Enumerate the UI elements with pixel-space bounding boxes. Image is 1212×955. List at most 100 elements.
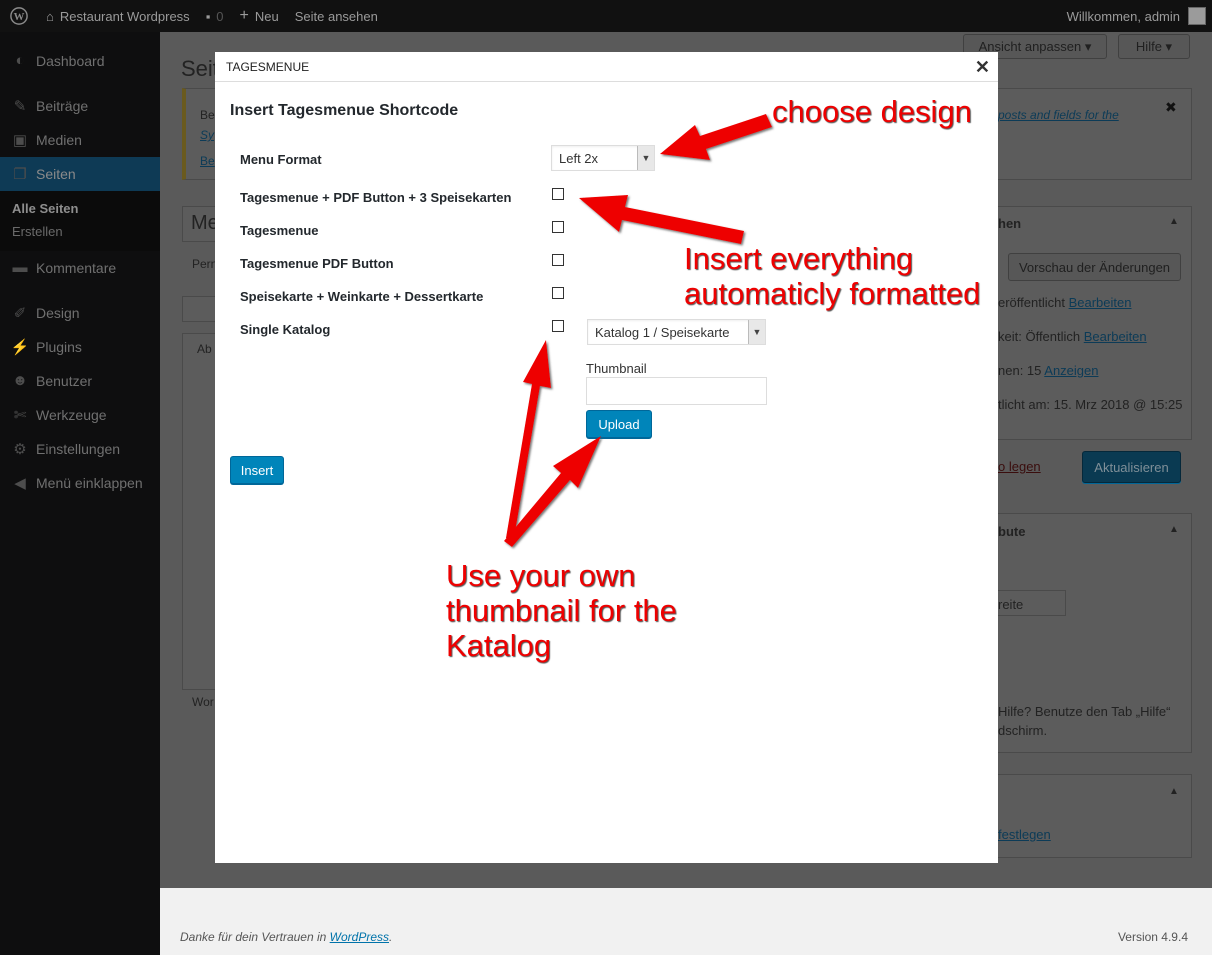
- permalink-fragment: Pern: [192, 257, 218, 271]
- notice-text-2: Sy: [200, 128, 215, 142]
- sidebar-item-label: Menü einklappen: [36, 475, 143, 491]
- welcome-label: Willkommen, admin: [1066, 8, 1180, 24]
- featured-image-box: [996, 774, 1192, 858]
- menu-format-select[interactable]: Left 2x ▼: [551, 145, 655, 171]
- comments-link[interactable]: ▪ 0: [198, 0, 232, 32]
- sidebar-item-label: Einstellungen: [36, 441, 121, 457]
- settings-icon: ⚙: [13, 441, 27, 458]
- wordcount-fragment: Wor: [192, 695, 214, 709]
- help-text-2: dschirm.: [998, 723, 1048, 738]
- katalog-select[interactable]: Katalog 1 / Speisekarte ▼: [587, 319, 766, 345]
- toggle-arrow-icon[interactable]: ▲: [1169, 786, 1179, 797]
- sidebar-item-plugins[interactable]: ⚡ Plugins: [0, 330, 160, 364]
- publish-heading: hen: [998, 216, 1022, 231]
- toggle-arrow-icon[interactable]: ▲: [1169, 524, 1179, 535]
- update-button[interactable]: Aktualisieren: [1082, 451, 1181, 483]
- option-checkbox-pdf-button[interactable]: [552, 254, 564, 266]
- sidebar-item-tools[interactable]: ✄ Werkzeuge: [0, 398, 160, 432]
- sidebar-item-dashboard[interactable]: ◐ Dashboard: [0, 44, 160, 78]
- modal-header: TAGESMENUE: [215, 52, 998, 82]
- annotation-own-thumbnail-3: Katalog: [446, 628, 552, 663]
- thumbnail-label: Thumbnail: [586, 361, 647, 376]
- close-icon[interactable]: ✕: [975, 57, 990, 78]
- admin-sidebar: ◐ Dashboard ✎ Beiträge ▣ Medien ❐ Seiten All…: [0, 32, 160, 955]
- wordpress-logo-icon[interactable]: W: [0, 0, 38, 32]
- admin-bar: W ⌂ Restaurant Wordpress ▪ 0 + Neu Seite…: [0, 0, 1212, 32]
- annotation-insert-everything-2: automaticly formatted: [684, 276, 981, 311]
- sidebar-item-design[interactable]: ✐ Design: [0, 296, 160, 330]
- annotation-choose-design: choose design: [772, 94, 972, 129]
- sidebar-item-collapse[interactable]: ◀ Menü einklappen: [0, 466, 160, 500]
- visibility-text: keit: Öffentlich Bearbeiten: [998, 329, 1147, 344]
- sidebar-item-pages[interactable]: ❐ Seiten: [0, 157, 160, 191]
- dashboard-icon: ◐: [15, 52, 25, 69]
- option-checkbox-single-katalog[interactable]: [552, 320, 564, 332]
- upload-button[interactable]: Upload: [586, 410, 652, 438]
- sidebar-item-label: Seiten: [36, 166, 76, 182]
- home-icon: ⌂: [46, 8, 54, 24]
- sidebar-item-users[interactable]: ☻ Benutzer: [0, 364, 160, 398]
- option-checkbox-full[interactable]: [552, 188, 564, 200]
- sidebar-item-settings[interactable]: ⚙ Einstellungen: [0, 432, 160, 466]
- admin-footer: Danke für dein Vertrauen in WordPress. V…: [160, 888, 1212, 955]
- add-media-button[interactable]: [182, 296, 218, 322]
- pages-icon: ❐: [13, 166, 27, 183]
- revisions-text: nen: 15 Anzeigen: [998, 363, 1099, 378]
- submenu-all-pages[interactable]: Alle Seiten: [0, 197, 160, 220]
- help-button[interactable]: Hilfe ▾: [1118, 34, 1190, 59]
- sidebar-item-posts[interactable]: ✎ Beiträge: [0, 89, 160, 123]
- editor-tab-fragment: Ab: [197, 342, 212, 356]
- footer-thanks: Danke für dein Vertrauen in WordPress.: [180, 930, 393, 944]
- preview-button[interactable]: Vorschau der Änderungen: [1008, 253, 1181, 281]
- option-label-single-katalog: Single Katalog: [240, 322, 331, 337]
- account-menu[interactable]: Willkommen, admin: [1059, 0, 1212, 32]
- pin-icon: ✎: [13, 98, 27, 115]
- user-icon: ☻: [12, 372, 28, 389]
- option-label-pdf-button: Tagesmenue PDF Button: [240, 256, 394, 271]
- insert-button[interactable]: Insert: [230, 456, 284, 484]
- site-name-link[interactable]: ⌂ Restaurant Wordpress: [38, 0, 198, 32]
- collapse-icon: ◀: [14, 475, 26, 492]
- plus-icon: +: [239, 7, 249, 24]
- submenu-create[interactable]: Erstellen: [0, 220, 160, 243]
- modal-header-title: TAGESMENUE: [226, 59, 310, 74]
- new-content-link[interactable]: + Neu: [232, 0, 287, 32]
- thumbnail-input[interactable]: [586, 377, 767, 405]
- notice-link[interactable]: posts and fields for the: [998, 108, 1119, 122]
- brush-icon: ✐: [13, 305, 27, 322]
- comment-icon: ▪: [205, 8, 211, 24]
- sidebar-item-label: Plugins: [36, 339, 82, 355]
- wordpress-link[interactable]: WordPress: [330, 930, 389, 944]
- wrench-icon: ✄: [13, 407, 27, 424]
- option-checkbox-tagesmenue[interactable]: [552, 221, 564, 233]
- notice-text-1: Be: [200, 108, 215, 122]
- comment-icon: ▬: [12, 259, 28, 276]
- site-name-label: Restaurant Wordpress: [59, 8, 190, 24]
- published-date-text: tlicht am: 15. Mrz 2018 @ 15:25: [998, 397, 1183, 412]
- view-page-link[interactable]: Seite ansehen: [287, 0, 386, 32]
- sidebar-item-label: Medien: [36, 132, 82, 148]
- menu-format-label: Menu Format: [240, 152, 322, 167]
- toggle-arrow-icon[interactable]: ▲: [1169, 216, 1179, 227]
- menu-format-value: Left 2x: [559, 150, 599, 166]
- sidebar-item-label: Beiträge: [36, 98, 89, 114]
- option-label-full: Tagesmenue + PDF Button + 3 Speisekarten: [240, 190, 512, 205]
- modal-title: Insert Tagesmenue Shortcode: [230, 102, 459, 119]
- set-featured-image-link[interactable]: festlegen: [998, 827, 1051, 842]
- option-label-speisekarten: Speisekarte + Weinkarte + Dessertkarte: [240, 289, 484, 304]
- trash-link[interactable]: o legen: [998, 459, 1041, 474]
- chevron-down-icon: ▼: [748, 320, 765, 344]
- template-value: reite: [998, 597, 1024, 612]
- shortcode-modal: TAGESMENUE ✕ Insert Tagesmenue Shortcode…: [215, 52, 998, 863]
- notice-dismiss-icon[interactable]: ✖: [1165, 99, 1177, 116]
- new-label: Neu: [254, 8, 279, 24]
- view-page-label: Seite ansehen: [294, 8, 378, 24]
- avatar: [1188, 7, 1206, 25]
- option-checkbox-speisekarten[interactable]: [552, 287, 564, 299]
- sidebar-item-comments[interactable]: ▬ Kommentare: [0, 251, 160, 285]
- help-text-1: Hilfe? Benutze den Tab „Hilfe“: [998, 704, 1171, 719]
- annotation-insert-everything-1: Insert everything: [684, 241, 914, 276]
- sidebar-item-media[interactable]: ▣ Medien: [0, 123, 160, 157]
- comments-count: 0: [216, 8, 224, 24]
- pages-submenu: Alle Seiten Erstellen: [0, 191, 160, 251]
